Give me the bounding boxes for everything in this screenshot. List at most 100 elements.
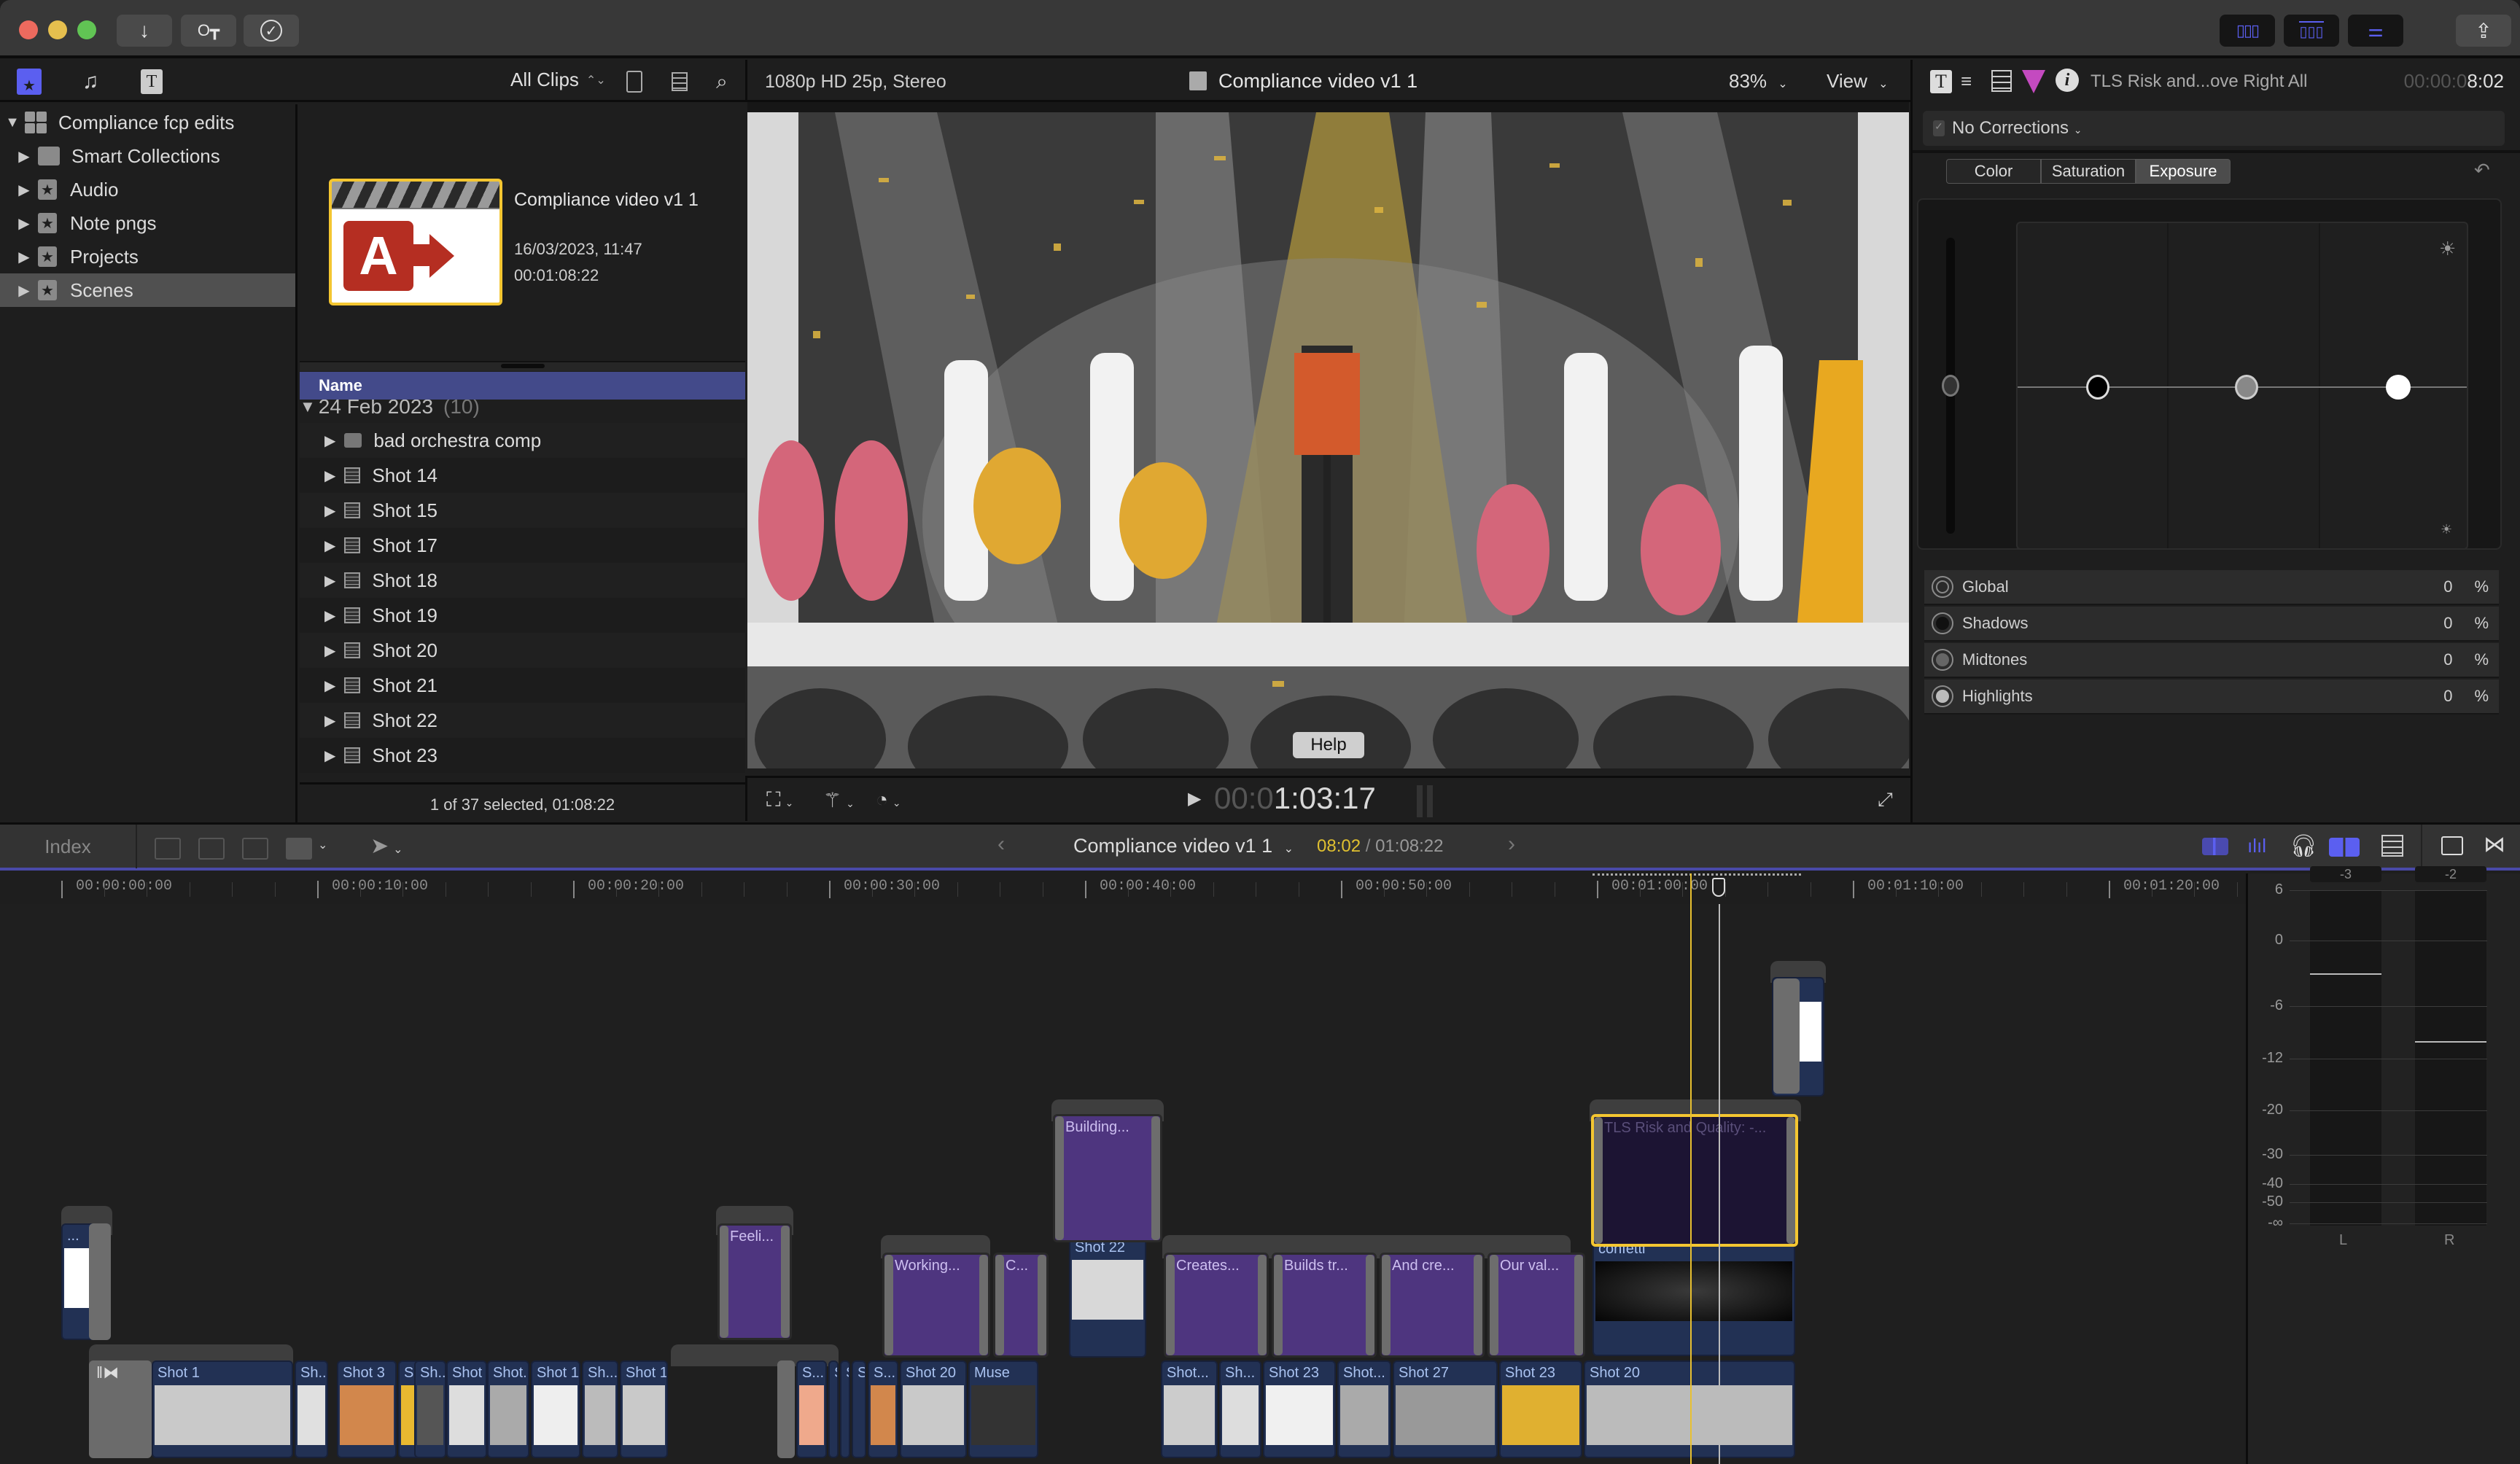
trim-handle-left[interactable] [1166,1255,1175,1355]
selected-title-clip[interactable]: TLS Risk and Quality: -... [1591,1114,1798,1247]
browser-clip-row[interactable]: ▶ Shot 14 [300,458,745,493]
tab-color[interactable]: Color [1946,159,2041,184]
libraries-button[interactable]: ★ [13,66,45,98]
video-viewer[interactable]: Help [747,112,1909,768]
disclosure-collapsed-icon[interactable]: ▶ [324,677,335,695]
title-clip[interactable]: Working... [882,1253,990,1358]
trim-handle-left[interactable] [1490,1255,1498,1355]
view-dropdown[interactable]: View ⌄ [1827,70,1889,93]
playhead[interactable] [1690,904,1692,1464]
shadows-value-field[interactable]: 0 [2443,614,2452,633]
disclosure-collapsed-icon[interactable]: ▶ [324,607,335,625]
browser-toggle-button[interactable]: ▯▯▯ [2220,15,2275,47]
help-button[interactable]: Help [1293,732,1364,758]
primary-clip[interactable]: Sh... [1219,1360,1261,1458]
disclosure-expanded-icon[interactable]: ▼ [300,400,316,416]
trim-handle-right[interactable] [1786,1117,1795,1244]
trim-handle-right[interactable] [1151,1116,1160,1240]
retime-button[interactable]: ◔ ⌄ [876,788,901,811]
primary-clip[interactable]: S... [796,1360,827,1458]
tab-saturation[interactable]: Saturation [2041,159,2136,184]
disclosure-expanded-icon[interactable]: ▼ [4,114,20,131]
title-clip[interactable]: C... [993,1253,1049,1358]
timeline[interactable]: ‖⧓ Shot 1 Sh... Shot 3 S... Sh... Shot 9 Shot..… [0,904,2246,1464]
disclosure-collapsed-icon[interactable]: ▶ [324,502,335,520]
clip-filter-dropdown[interactable]: All Clips ⌃⌄ [510,69,606,91]
title-inspector-icon[interactable]: ≡ [1961,70,1972,93]
inspector-toggle-button[interactable]: ⚌ [2348,15,2403,47]
sidebar-item-smart-collections[interactable]: ▶ Smart Collections [0,139,295,173]
browser-clip-row[interactable]: ▶ Shot 18 [300,563,745,598]
video-inspector-icon[interactable] [1991,70,2012,92]
reset-button[interactable]: ↶ [2474,159,2490,182]
primary-clip[interactable]: Shot 1 [620,1360,668,1458]
primary-clip[interactable]: Sh... [414,1360,446,1458]
primary-clip[interactable]: Shot 11 [531,1360,580,1458]
fullscreen-button[interactable]: ⤢ [1878,788,1893,811]
master-exposure-puck[interactable] [1942,375,1959,397]
sidebar-item-projects[interactable]: ▶ ★ Projects [0,240,295,273]
disclosure-collapsed-icon[interactable]: ▶ [324,432,335,450]
sidebar-item-scenes[interactable]: ▶ ★ Scenes [0,273,295,307]
primary-clip[interactable]: Sh... [295,1360,328,1458]
title-clip[interactable]: And cre... [1380,1253,1485,1358]
highlights-puck[interactable] [2386,375,2411,400]
clip-appearance-button[interactable] [618,66,650,98]
skimmer-handle[interactable] [1712,878,1725,897]
trim-handle-left[interactable] [1274,1255,1283,1355]
audio-skimming-button[interactable]: ılıl [2247,835,2266,857]
peak-indicator[interactable]: -2 [2415,866,2486,882]
correction-enable-checkbox[interactable]: ✓ [1933,120,1945,136]
primary-clip[interactable]: Shot 23 [1499,1360,1582,1458]
primary-clip[interactable]: Shot 3 [337,1360,397,1458]
peak-indicator[interactable]: -3 [2310,866,2381,882]
keywords-button[interactable]: O┳ [181,15,236,47]
primary-clip[interactable]: S [828,1360,839,1458]
skimming-button[interactable] [2202,838,2228,855]
trim-handle-right[interactable] [979,1255,988,1355]
trim-handle-left[interactable] [1055,1116,1064,1240]
primary-clip[interactable]: Shot 20 [1584,1360,1795,1458]
color-inspector-icon[interactable] [2022,70,2045,93]
snapping-button[interactable] [2329,838,2360,857]
title-clip[interactable]: Feeli... [718,1223,792,1340]
midtones-value-field[interactable]: 0 [2443,650,2452,669]
trim-handle-left[interactable] [1773,978,1800,1094]
trim-handle-right[interactable] [1258,1255,1267,1355]
insert-clip-button[interactable] [198,838,225,860]
primary-clip[interactable]: S... [868,1360,898,1458]
primary-clip[interactable]: Shot 1 [152,1360,293,1458]
disclosure-collapsed-icon[interactable]: ▶ [16,147,32,166]
timeline-ruler[interactable]: 00:00:00:00 00:00:10:00 00:00:20:00 00:00:3… [0,873,2323,904]
enhance-button[interactable]: ⚚ ⌄ [823,788,855,812]
global-value-field[interactable]: 0 [2443,577,2452,596]
connected-clip[interactable]: confetti [1592,1237,1795,1356]
solo-button[interactable]: 🎧︎ [2290,833,2317,859]
disclosure-collapsed-icon[interactable]: ▶ [16,181,32,199]
trim-handle-left[interactable] [1382,1255,1391,1355]
transitions-browser-button[interactable]: ⋈ [2484,832,2505,857]
primary-clip[interactable]: Sh... [582,1360,618,1458]
browser-clip-row[interactable]: ▶ Shot 23 [300,738,745,773]
corrections-dropdown[interactable]: No Corrections ⌄ [1952,118,2082,139]
disclosure-collapsed-icon[interactable]: ▶ [324,537,335,555]
search-button[interactable]: ⌕ [706,66,738,98]
primary-clip[interactable]: Muse [968,1360,1038,1458]
title-clip[interactable]: Building... [1053,1114,1162,1242]
transform-button[interactable]: ⛶ ⌄ [766,788,793,812]
shadows-puck[interactable] [2086,375,2109,400]
sidebar-item-note-pngs[interactable]: ▶ ★ Note pngs [0,206,295,240]
sidebar-item-audio[interactable]: ▶ ★ Audio [0,173,295,206]
zoom-window-button[interactable] [77,20,96,39]
browser-clip-row[interactable]: ▶ Shot 20 [300,633,745,668]
primary-clip[interactable]: Shot 23 [1263,1360,1336,1458]
zoom-dropdown[interactable]: 83% ⌄ [1729,70,1788,93]
trim-handle-left[interactable] [720,1226,728,1338]
title-clip[interactable]: Creates... [1164,1253,1269,1358]
browser-clip-row[interactable]: ▶ Shot 15 [300,493,745,528]
select-tool-button[interactable]: ➤ ⌄ [370,833,403,859]
overwrite-clip-button[interactable] [286,838,312,860]
trim-handle-right[interactable] [1038,1255,1046,1355]
trim-handle-right[interactable] [1574,1255,1583,1355]
primary-clip[interactable]: Shot... [1337,1360,1391,1458]
